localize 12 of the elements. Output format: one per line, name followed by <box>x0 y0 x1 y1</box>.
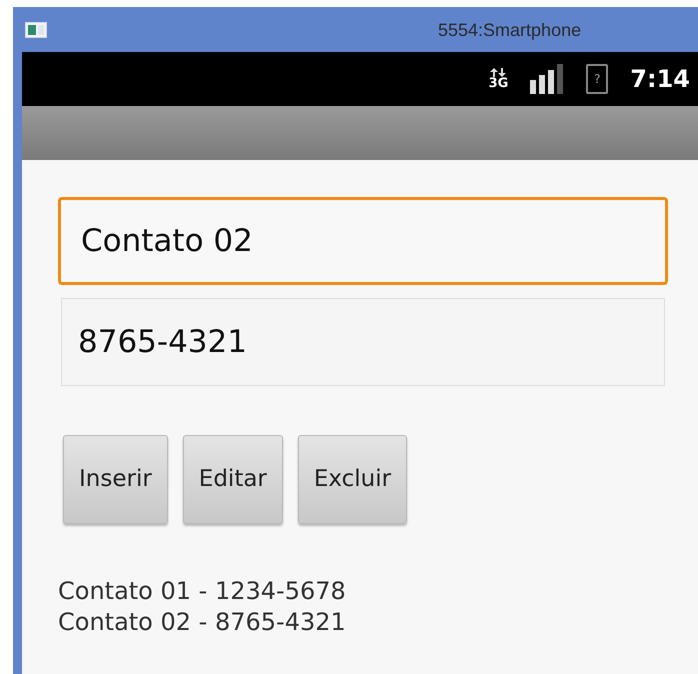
text-field[interactable]: Contato 02 <box>58 197 668 285</box>
action-button[interactable]: Inserir <box>63 435 168 524</box>
text-field[interactable]: 8765-4321 <box>61 298 665 386</box>
app-icon <box>25 22 47 38</box>
clock: 7:14 <box>630 64 690 95</box>
contact-entry: Contato 02 - 8765-4321 <box>58 607 346 638</box>
window-title: 5554:Smartphone <box>438 19 582 42</box>
action-button[interactable]: Excluir <box>298 435 408 524</box>
battery-icon: ? <box>586 64 608 94</box>
contact-entry: Contato 01 - 1234-5678 <box>58 576 346 607</box>
action-button[interactable]: Editar <box>182 435 283 524</box>
signal-icon <box>530 64 564 94</box>
